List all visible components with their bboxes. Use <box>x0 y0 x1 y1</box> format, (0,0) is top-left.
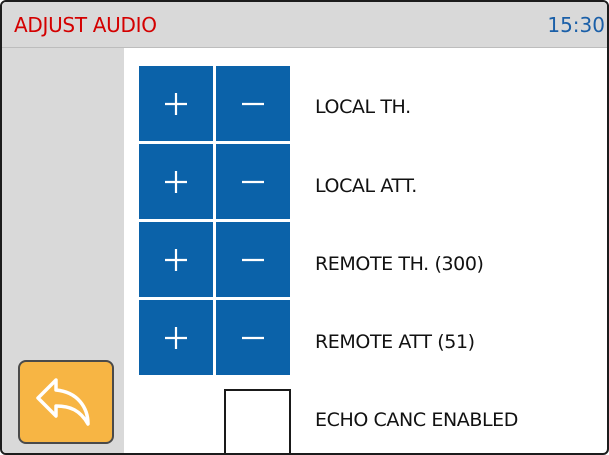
minus-icon <box>242 336 264 339</box>
page-title: ADJUST AUDIO <box>14 13 157 37</box>
plus-icon <box>165 170 187 193</box>
back-button[interactable] <box>18 360 114 444</box>
echo-canc-checkbox[interactable] <box>224 389 291 453</box>
remote-att-minus-button[interactable] <box>216 300 290 375</box>
local-th-plus-button[interactable] <box>139 66 213 141</box>
plus-icon <box>165 92 187 115</box>
local-th-minus-button[interactable] <box>216 66 290 141</box>
minus-icon <box>242 258 264 261</box>
echo-canc-label: ECHO CANC ENABLED <box>315 409 519 431</box>
remote-th-label: REMOTE TH. (300) <box>315 253 484 275</box>
remote-att-plus-button[interactable] <box>139 300 213 375</box>
clock-time: 15:30 <box>547 13 605 37</box>
plus-icon <box>165 326 187 349</box>
plus-icon <box>165 248 187 271</box>
local-att-label: LOCAL ATT. <box>315 175 417 197</box>
remote-th-plus-button[interactable] <box>139 222 213 297</box>
local-att-plus-button[interactable] <box>139 144 213 219</box>
remote-att-label: REMOTE ATT (51) <box>315 331 475 353</box>
back-arrow-icon <box>36 378 90 426</box>
local-th-label: LOCAL TH. <box>315 96 411 118</box>
minus-icon <box>242 102 264 105</box>
header-bar: ADJUST AUDIO 15:30 <box>2 2 607 48</box>
minus-icon <box>242 180 264 183</box>
remote-th-minus-button[interactable] <box>216 222 290 297</box>
local-att-minus-button[interactable] <box>216 144 290 219</box>
screen-frame: ADJUST AUDIO 15:30 LOCAL TH. LOCAL ATT. <box>0 0 609 455</box>
